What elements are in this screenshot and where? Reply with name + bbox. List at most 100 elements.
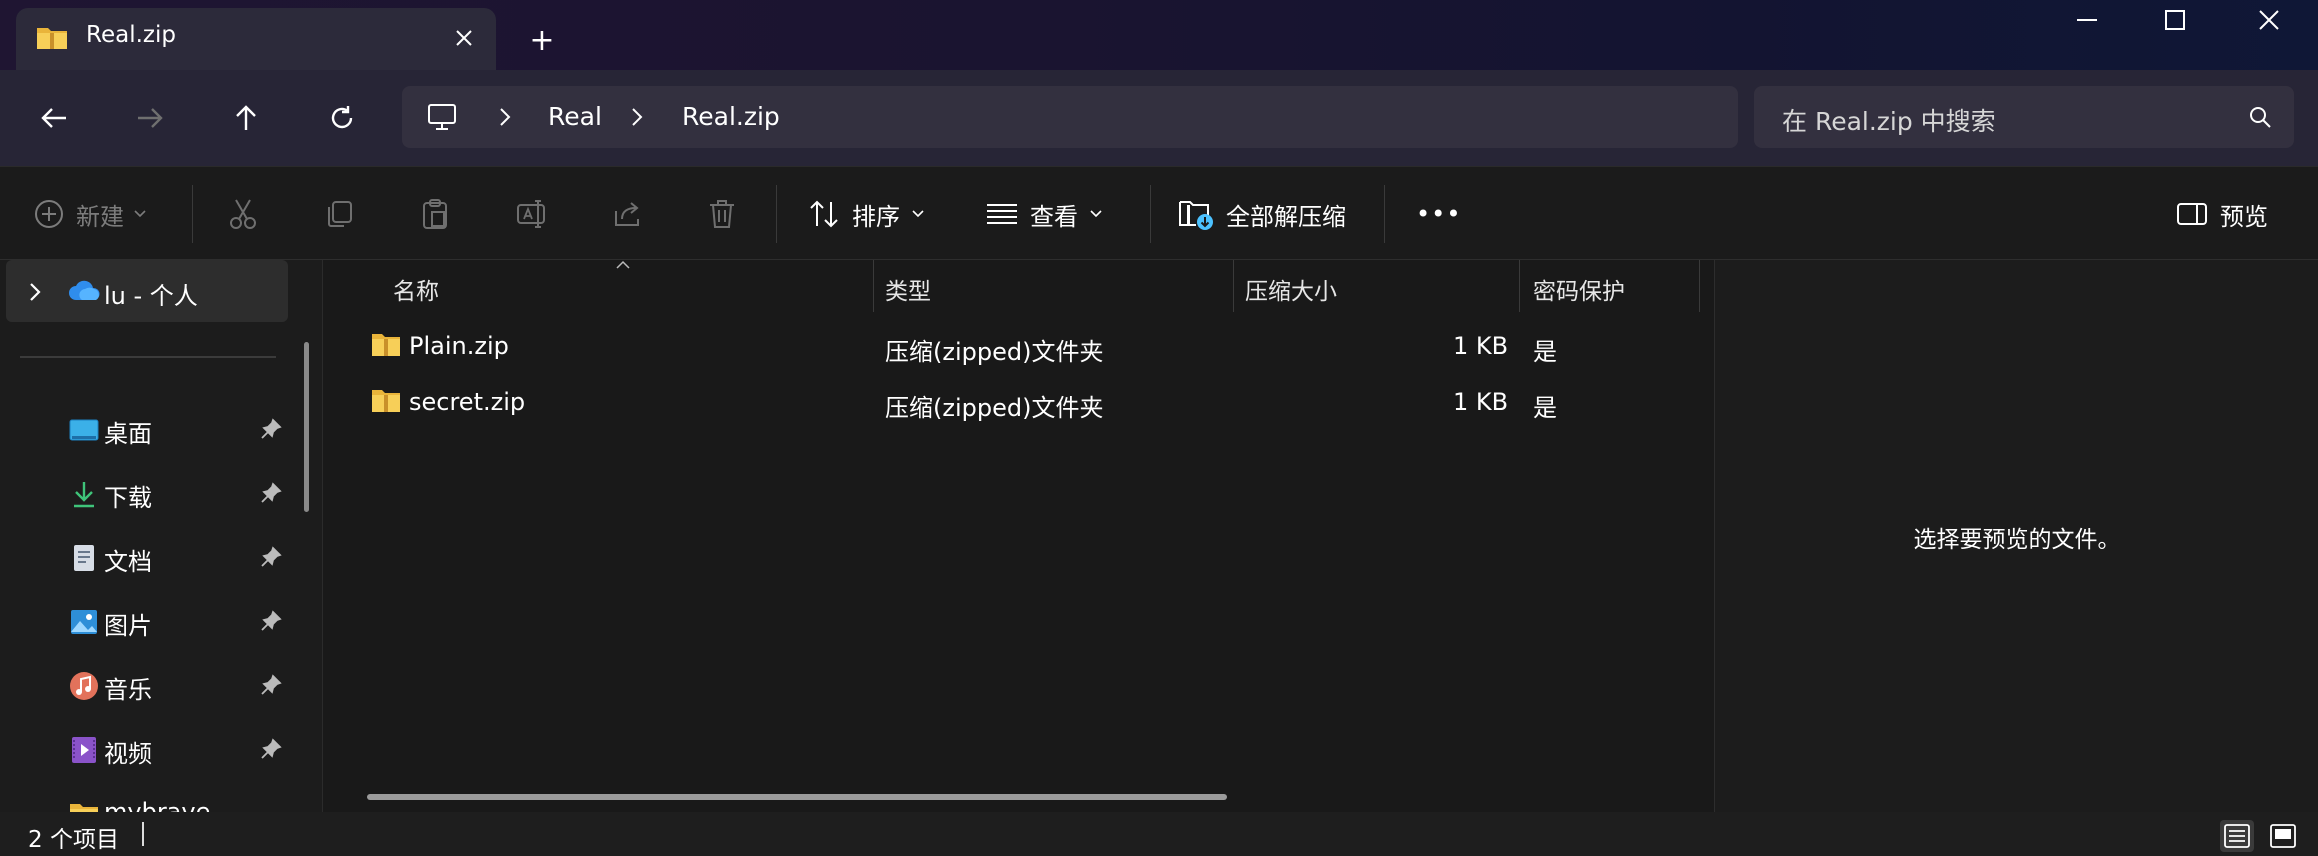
share-icon <box>615 202 639 226</box>
sidebar-item-pictures[interactable]: 图片 <box>0 594 300 650</box>
search-icon <box>2250 107 2271 128</box>
large-icons-view-button[interactable] <box>2266 820 2300 852</box>
video-icon <box>72 737 96 763</box>
sidebar-item-documents[interactable]: 文档 <box>0 530 300 586</box>
file-size: 1 KB <box>1453 332 1509 360</box>
status-bar: 2 个项目 <box>0 812 2318 856</box>
sidebar-item-downloads[interactable]: 下载 <box>0 466 300 522</box>
column-type[interactable]: 类型 <box>885 272 931 306</box>
more-options-button[interactable]: ••• <box>1416 167 1461 261</box>
sidebar-item-music[interactable]: 音乐 <box>0 658 300 714</box>
close-window-button[interactable] <box>2224 0 2314 40</box>
column-divider[interactable] <box>1233 260 1234 312</box>
sort-label: 排序 <box>852 202 900 231</box>
column-name[interactable]: 名称 <box>393 272 439 306</box>
column-divider[interactable] <box>1699 260 1700 312</box>
column-headers: 名称 类型 压缩大小 密码保护 <box>323 260 1715 312</box>
pictures-icon <box>71 610 97 634</box>
share-button[interactable] <box>612 167 644 261</box>
column-compressed-size[interactable]: 压缩大小 <box>1245 272 1337 306</box>
divider <box>1150 185 1151 243</box>
table-row[interactable]: Plain.zip 压缩(zipped)文件夹 1 KB 是 <box>363 318 1693 374</box>
pin-icon[interactable] <box>260 738 282 760</box>
divider <box>142 822 144 846</box>
cut-icon <box>230 199 256 229</box>
paste-button[interactable] <box>420 167 450 261</box>
preview-pane-button[interactable]: 预览 <box>2176 167 2268 261</box>
horizontal-scrollbar[interactable] <box>367 794 1227 800</box>
breadcrumb-real[interactable]: Real <box>548 102 602 131</box>
breadcrumb-real-zip[interactable]: Real.zip <box>682 102 780 131</box>
file-password-protected: 是 <box>1533 394 1557 422</box>
minimize-button[interactable] <box>2042 0 2132 40</box>
divider <box>20 356 276 358</box>
refresh-button[interactable] <box>318 96 366 140</box>
chevron-down-icon <box>1090 210 1102 218</box>
divider <box>776 185 777 243</box>
plus-circle-icon <box>35 200 63 228</box>
navigation-pane: lu - 个人 桌面 下载 文档 图片 音乐 视频 mybrave <box>0 260 322 812</box>
file-password-protected: 是 <box>1533 338 1557 366</box>
sort-button[interactable]: 排序 <box>808 167 924 261</box>
up-button[interactable] <box>222 96 270 140</box>
column-divider[interactable] <box>873 260 874 312</box>
minimize-icon <box>2077 19 2097 21</box>
sort-ascending-icon <box>616 260 630 269</box>
forward-button[interactable] <box>126 96 174 140</box>
search-input[interactable]: 在 Real.zip 中搜索 <box>1782 102 1996 138</box>
view-button[interactable]: 查看 <box>986 167 1102 261</box>
delete-icon <box>710 200 734 228</box>
maximize-icon <box>2165 10 2185 30</box>
refresh-icon <box>331 106 353 129</box>
pin-icon[interactable] <box>260 482 282 504</box>
sort-icon <box>810 200 838 228</box>
delete-button[interactable] <box>708 167 736 261</box>
copy-button[interactable] <box>324 167 354 261</box>
details-view-button[interactable] <box>2220 820 2254 852</box>
chevron-right-icon <box>500 108 511 126</box>
file-list: 名称 类型 压缩大小 密码保护 Plain.zip 压缩(zipped)文件夹 … <box>322 260 1714 812</box>
sidebar-item-onedrive[interactable]: lu - 个人 <box>6 260 288 322</box>
column-password-protected[interactable]: 密码保护 <box>1533 272 1625 306</box>
more-icon: ••• <box>1416 200 1462 228</box>
this-pc-icon[interactable] <box>426 101 458 133</box>
plus-icon: + <box>529 22 555 58</box>
view-list-icon <box>987 204 1017 224</box>
address-bar[interactable]: Real Real.zip <box>402 86 1738 148</box>
document-icon <box>74 545 94 571</box>
sidebar-item-desktop[interactable]: 桌面 <box>0 402 300 458</box>
chevron-right-icon <box>632 108 643 126</box>
chevron-right-icon[interactable] <box>28 282 42 302</box>
maximize-button[interactable] <box>2130 0 2220 40</box>
pin-icon[interactable] <box>260 674 282 696</box>
zip-folder-icon <box>37 28 67 49</box>
back-button[interactable] <box>30 96 78 140</box>
sidebar-item-label: 音乐 <box>104 676 152 704</box>
cut-button[interactable] <box>228 167 258 261</box>
tab-real-zip[interactable]: Real.zip <box>16 8 496 70</box>
sidebar-scrollbar[interactable] <box>304 342 309 512</box>
preview-message: 选择要预览的文件。 <box>1913 527 2121 553</box>
rename-button[interactable] <box>516 167 550 261</box>
preview-pane: 选择要预览的文件。 <box>1714 260 2318 812</box>
pin-icon[interactable] <box>260 610 282 632</box>
table-row[interactable]: secret.zip 压缩(zipped)文件夹 1 KB 是 <box>363 374 1693 430</box>
sidebar-item-videos[interactable]: 视频 <box>0 722 300 778</box>
new-tab-button[interactable]: + <box>520 18 564 62</box>
sidebar-item-mybrave[interactable]: mybrave <box>0 786 300 812</box>
sidebar-item-label: 文档 <box>104 548 152 576</box>
pin-icon[interactable] <box>260 546 282 568</box>
tab-close-button[interactable] <box>444 18 484 58</box>
close-icon <box>456 30 472 46</box>
chevron-down-icon <box>134 210 146 218</box>
copy-icon <box>328 201 352 227</box>
search-box[interactable]: 在 Real.zip 中搜索 <box>1754 86 2294 148</box>
zip-folder-icon <box>372 334 400 356</box>
extract-all-button[interactable]: 全部解压缩 <box>1178 167 1346 261</box>
onedrive-label: lu - 个人 <box>104 282 198 310</box>
new-button[interactable]: 新建 <box>34 167 146 261</box>
pin-icon[interactable] <box>260 418 282 440</box>
column-divider[interactable] <box>1519 260 1520 312</box>
file-size: 1 KB <box>1453 388 1509 416</box>
chevron-down-icon <box>912 210 924 218</box>
